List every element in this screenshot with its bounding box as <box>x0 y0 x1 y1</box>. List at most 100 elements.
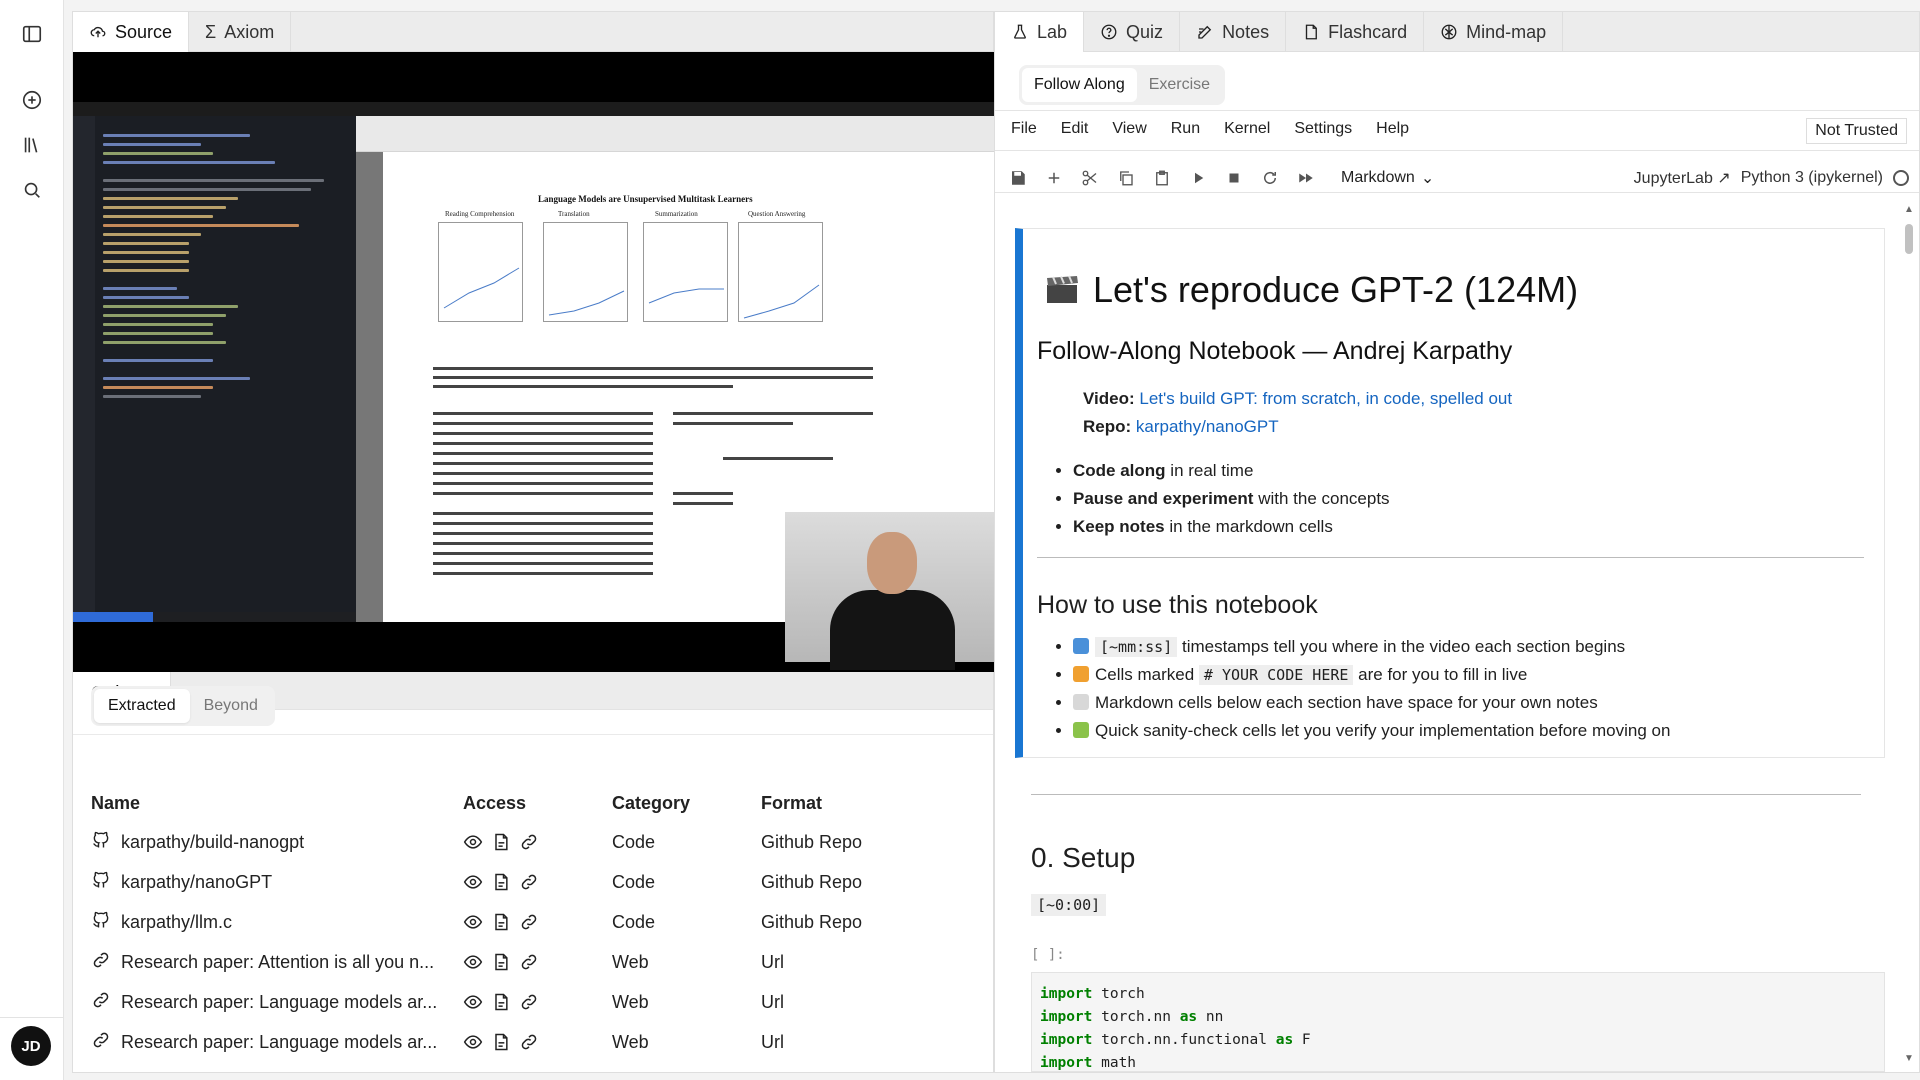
video-player[interactable]: Language Models are Unsupervised Multita… <box>73 52 995 672</box>
restart-icon[interactable] <box>1259 167 1281 189</box>
scroll-thumb[interactable] <box>1905 224 1913 254</box>
table-row[interactable]: Research paper: Attention is all you n..… <box>91 942 971 982</box>
category-cell: Code <box>612 871 656 892</box>
jupyterlab-label: JupyterLab <box>1633 170 1713 187</box>
menu-settings[interactable]: Settings <box>1294 120 1352 138</box>
save-icon[interactable] <box>1007 167 1029 189</box>
trust-status-button[interactable]: Not Trusted <box>1806 118 1907 144</box>
toggle-sidebar-icon[interactable] <box>14 16 50 52</box>
tab-axiom[interactable]: Σ Axiom <box>189 12 292 52</box>
notebook-toolbar: Markdown ⌄ <box>1007 167 1434 189</box>
link-icon[interactable] <box>519 832 539 852</box>
view-eye-icon[interactable] <box>463 832 483 852</box>
view-eye-icon[interactable] <box>463 952 483 972</box>
copy-icon[interactable] <box>1115 167 1137 189</box>
mode-follow-along[interactable]: Follow Along <box>1022 68 1137 102</box>
mode-exercise[interactable]: Exercise <box>1137 68 1222 102</box>
how-to-list: [~mm:ss] timestamps tell you where in th… <box>1053 633 1670 745</box>
table-row[interactable]: karpathy/nanoGPT Code Github Repo <box>91 862 971 902</box>
resource-name[interactable]: karpathy/nanoGPT <box>121 872 272 893</box>
tab-notes[interactable]: Notes <box>1180 12 1287 52</box>
cell-type-select[interactable]: Markdown ⌄ <box>1341 168 1434 188</box>
list-item-text: Quick sanity-check cells let you verify … <box>1095 721 1671 740</box>
document-icon[interactable] <box>491 1032 511 1052</box>
search-icon[interactable] <box>14 172 50 208</box>
paste-icon[interactable] <box>1151 167 1173 189</box>
column-header-name: Name <box>91 793 141 813</box>
table-row[interactable]: karpathy/build-nanogpt Code Github Repo <box>91 822 971 862</box>
tab-lab[interactable]: Lab <box>995 12 1085 52</box>
segment-extracted[interactable]: Extracted <box>94 689 190 723</box>
link-icon[interactable] <box>519 872 539 892</box>
link-icon[interactable] <box>519 992 539 1012</box>
cell-prompt: [ ]: <box>1031 947 1065 963</box>
kernel-name[interactable]: Python 3 (ipykernel) <box>1741 169 1883 187</box>
category-cell: Code <box>612 831 656 852</box>
resource-name[interactable]: Research paper: Language models ar... <box>121 1032 437 1053</box>
link-icon[interactable] <box>519 1032 539 1052</box>
notebook-links: Video: Let's build GPT: from scratch, in… <box>1083 385 1512 441</box>
github-icon <box>91 870 111 895</box>
video-link[interactable]: Let's build GPT: from scratch, in code, … <box>1139 389 1512 408</box>
scroll-up-icon[interactable]: ▲ <box>1903 204 1915 215</box>
notebook-title: Let's reproduce GPT-2 (124M) <box>1045 269 1578 311</box>
repo-label: Repo: <box>1083 417 1132 436</box>
resources-table: Name Access Category Format karpathy/bui… <box>91 787 971 1062</box>
fast-forward-icon[interactable] <box>1295 167 1317 189</box>
resource-name[interactable]: karpathy/build-nanogpt <box>121 832 304 853</box>
segment-beyond[interactable]: Beyond <box>190 689 272 723</box>
new-plus-icon[interactable] <box>14 82 50 118</box>
document-icon[interactable] <box>491 992 511 1012</box>
document-icon[interactable] <box>491 832 511 852</box>
intro-list: Code along in real time Pause and experi… <box>1053 457 1390 541</box>
tab-mind-map-label: Mind-map <box>1466 21 1547 42</box>
resource-name[interactable]: Research paper: Language models ar... <box>121 992 437 1013</box>
list-item-text: in the markdown cells <box>1164 517 1333 536</box>
markdown-cell[interactable]: Let's reproduce GPT-2 (124M) Follow-Alon… <box>1015 228 1885 758</box>
menu-view[interactable]: View <box>1112 120 1146 138</box>
menu-kernel[interactable]: Kernel <box>1224 120 1270 138</box>
document-icon[interactable] <box>491 952 511 972</box>
plot-title: Summarization <box>655 210 698 218</box>
table-row[interactable]: Research paper: Language models ar... Web… <box>91 1022 971 1062</box>
link-icon[interactable] <box>519 952 539 972</box>
add-cell-icon[interactable] <box>1043 167 1065 189</box>
document-icon[interactable] <box>491 912 511 932</box>
view-eye-icon[interactable] <box>463 912 483 932</box>
format-cell: Url <box>761 991 784 1012</box>
right-panel: Lab Quiz Notes Flashcard Mind-map Follow… <box>994 11 1920 1073</box>
run-icon[interactable] <box>1187 167 1209 189</box>
repo-link[interactable]: karpathy/nanoGPT <box>1136 417 1279 436</box>
notebook-scrollbar[interactable]: ▲ ▼ <box>1903 204 1915 1064</box>
user-avatar[interactable]: JD <box>11 1026 51 1066</box>
jupyterlab-link[interactable]: JupyterLab ↗ <box>1634 168 1731 188</box>
webcam-overlay <box>785 512 995 670</box>
divider <box>995 110 1919 111</box>
table-row[interactable]: Research paper: Language models ar... Web… <box>91 982 971 1022</box>
tab-flashcard[interactable]: Flashcard <box>1286 12 1425 52</box>
resource-name[interactable]: karpathy/llm.c <box>121 912 232 933</box>
library-icon[interactable] <box>14 127 50 163</box>
name-cell: karpathy/llm.c <box>91 902 463 942</box>
view-eye-icon[interactable] <box>463 872 483 892</box>
stop-icon[interactable] <box>1223 167 1245 189</box>
mode-segmented-control: Follow Along Exercise <box>1019 65 1226 105</box>
resource-name[interactable]: Research paper: Attention is all you n..… <box>121 952 434 973</box>
view-eye-icon[interactable] <box>463 992 483 1012</box>
access-cell <box>463 982 612 1022</box>
link-icon[interactable] <box>519 912 539 932</box>
view-eye-icon[interactable] <box>463 1032 483 1052</box>
menu-help[interactable]: Help <box>1376 120 1409 138</box>
document-icon[interactable] <box>491 872 511 892</box>
menu-run[interactable]: Run <box>1171 120 1200 138</box>
brain-icon <box>1441 24 1457 40</box>
menu-file[interactable]: File <box>1011 120 1037 138</box>
tab-mind-map[interactable]: Mind-map <box>1424 12 1564 52</box>
menu-edit[interactable]: Edit <box>1061 120 1089 138</box>
tab-source[interactable]: Source <box>73 12 190 52</box>
cut-icon[interactable] <box>1079 167 1101 189</box>
tab-quiz[interactable]: Quiz <box>1084 12 1181 52</box>
code-cell[interactable]: import torch import torch.nn as nn import … <box>1031 972 1885 1072</box>
table-row[interactable]: karpathy/llm.c Code Github Repo <box>91 902 971 942</box>
scroll-down-icon[interactable]: ▼ <box>1903 1053 1915 1064</box>
